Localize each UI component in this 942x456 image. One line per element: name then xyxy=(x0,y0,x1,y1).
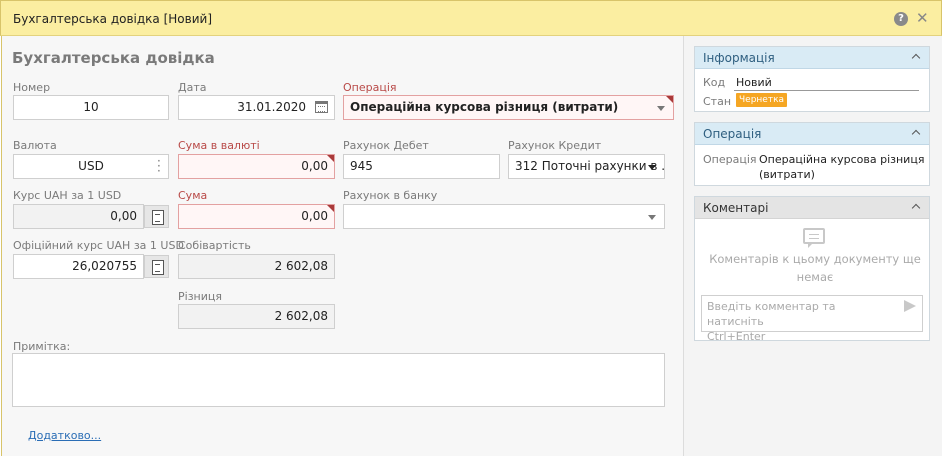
difference-input: 2 602,08 xyxy=(178,304,335,329)
currency-value: USD xyxy=(78,159,104,173)
comment-icon xyxy=(803,228,825,248)
debit-label: Рахунок Дебет xyxy=(343,139,429,152)
comment-placeholder: Введіть комментар та натисніть Ctrl+Ente… xyxy=(707,299,892,344)
comment-input[interactable]: Введіть комментар та натисніть Ctrl+Ente… xyxy=(701,295,923,343)
divider xyxy=(734,90,919,91)
note-textarea[interactable] xyxy=(12,353,665,407)
note-label: Примітка: xyxy=(13,340,71,353)
send-icon[interactable] xyxy=(904,300,916,312)
calculator-icon[interactable] xyxy=(144,205,169,228)
comments-empty-text: Коментарів к цьому документу ще немає xyxy=(705,250,925,286)
cost-label: Собівартість xyxy=(178,239,251,252)
number-input[interactable]: 10 xyxy=(13,95,169,120)
comments-panel-title: Коментарі xyxy=(703,201,769,215)
rate-value: 0,00 xyxy=(110,209,137,223)
rate-input[interactable]: 0,00 xyxy=(13,204,144,229)
operation-panel-header[interactable]: Операція xyxy=(695,123,929,145)
number-value: 10 xyxy=(83,100,99,114)
comments-panel-header[interactable]: Коментарі xyxy=(695,197,929,219)
info-panel-header[interactable]: Інформація xyxy=(695,47,929,69)
difference-label: Різниця xyxy=(178,290,222,303)
amount-currency-value: 0,00 xyxy=(301,159,328,173)
difference-value: 2 602,08 xyxy=(274,309,328,323)
date-input[interactable]: 31.01.2020 xyxy=(178,95,335,120)
official-rate-input[interactable]: 26,020755 xyxy=(13,254,144,279)
amount-currency-input[interactable]: 0,00 xyxy=(178,154,335,179)
code-key: Код xyxy=(703,76,726,89)
form-title: Бухгалтерська довідка xyxy=(12,49,215,67)
chevron-down-icon[interactable] xyxy=(657,106,665,111)
operation-value-line1: Операційна курсова різниця xyxy=(759,153,925,166)
debit-input[interactable]: 945 xyxy=(343,154,500,179)
more-options-icon[interactable]: · · · xyxy=(157,155,161,177)
number-label: Номер xyxy=(13,81,51,94)
help-icon[interactable]: ? xyxy=(894,12,908,26)
operation-label: Операція xyxy=(343,81,397,94)
comment-placeholder-line2: Ctrl+Enter xyxy=(707,330,766,343)
calendar-icon[interactable] xyxy=(315,101,328,113)
amount-value: 0,00 xyxy=(301,209,328,223)
close-icon[interactable]: ✕ xyxy=(916,10,929,26)
comment-placeholder-line1: Введіть комментар та натисніть xyxy=(707,300,836,328)
currency-input[interactable]: USD · · · xyxy=(13,154,169,179)
cost-input: 2 602,08 xyxy=(178,254,335,279)
comments-empty-line2: немає xyxy=(796,270,834,284)
state-key: Стан xyxy=(703,95,732,108)
chevron-down-icon[interactable] xyxy=(648,165,656,170)
debit-value: 945 xyxy=(350,159,373,173)
credit-select[interactable]: 312 Поточні рахунки в ... xyxy=(508,154,665,179)
bank-account-label: Рахунок в банку xyxy=(343,189,438,202)
date-label: Дата xyxy=(178,81,207,94)
status-badge: Чернетка xyxy=(736,93,788,107)
official-rate-label: Офіційний курс UAH за 1 USD xyxy=(13,239,184,252)
amount-label: Сума xyxy=(178,189,208,202)
window-titlebar: Бухгалтерська довідка [Новий] ? ✕ xyxy=(0,0,942,36)
chevron-up-icon[interactable] xyxy=(911,203,921,213)
date-value: 31.01.2020 xyxy=(237,100,306,114)
cost-value: 2 602,08 xyxy=(274,259,328,273)
operation-key: Операція xyxy=(703,153,757,166)
currency-label: Валюта xyxy=(13,139,57,152)
comments-empty-line1: Коментарів к цьому документу ще xyxy=(709,252,921,266)
code-value: Новий xyxy=(736,76,772,89)
window-title: Бухгалтерська довідка [Новий] xyxy=(13,12,212,26)
bank-account-select[interactable] xyxy=(343,204,665,229)
amount-currency-label: Сума в валюті xyxy=(178,139,260,152)
info-panel-title: Інформація xyxy=(703,51,775,65)
official-rate-value: 26,020755 xyxy=(72,259,137,273)
chevron-up-icon[interactable] xyxy=(911,53,921,63)
operation-panel-title: Операція xyxy=(703,127,762,141)
chevron-up-icon[interactable] xyxy=(911,129,921,139)
operation-select[interactable]: Операційна курсова різниця (витрати) xyxy=(343,95,674,120)
operation-value: Операційна курсова різниця (витрати) xyxy=(350,100,619,114)
operation-value-line2: (витрати) xyxy=(759,168,815,181)
credit-label: Рахунок Кредит xyxy=(508,139,602,152)
rate-label: Курс UAH за 1 USD xyxy=(13,189,122,202)
calculator-icon[interactable] xyxy=(144,255,169,278)
chevron-down-icon[interactable] xyxy=(648,215,656,220)
more-link[interactable]: Додатково... xyxy=(28,429,101,442)
credit-value: 312 Поточні рахунки в ... xyxy=(515,159,665,173)
amount-input[interactable]: 0,00 xyxy=(178,204,335,229)
